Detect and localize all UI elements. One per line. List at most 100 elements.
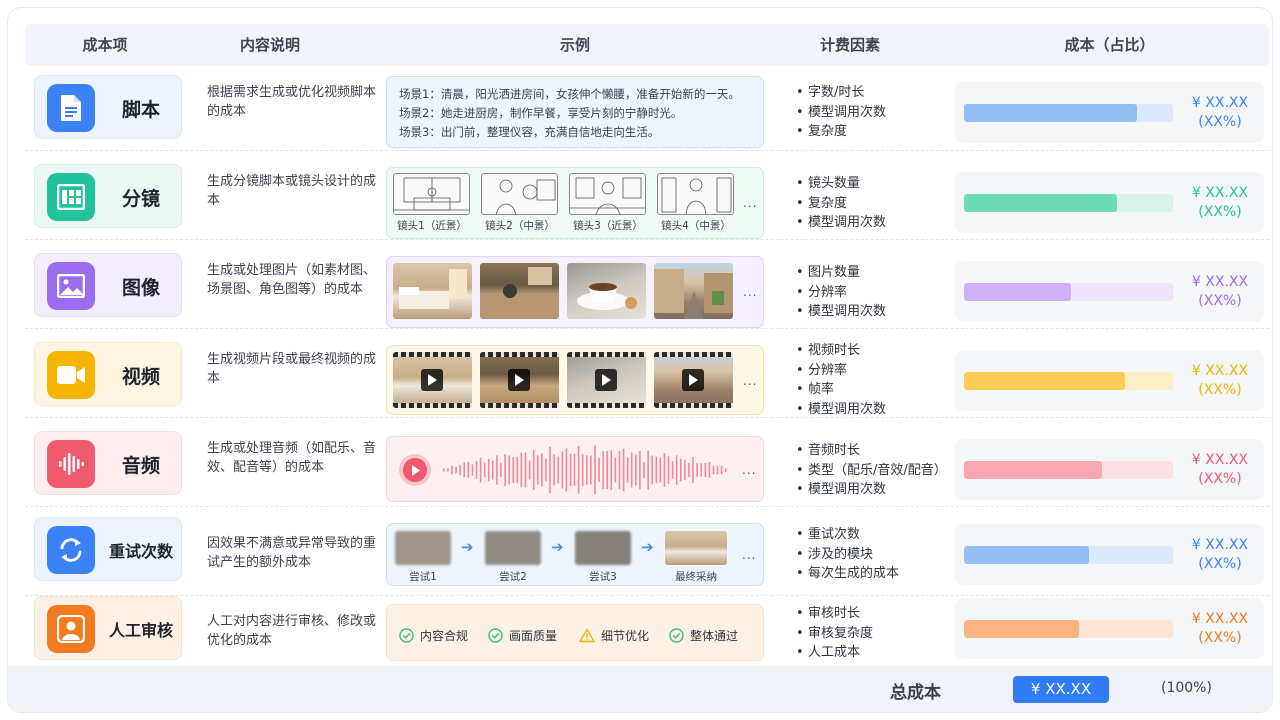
play-icon (403, 458, 427, 482)
waveform-bar (610, 450, 613, 490)
waveform-bar (639, 450, 641, 490)
cost-bar-fill (964, 546, 1090, 564)
waveform-bar (487, 458, 490, 482)
shot-label: 镜头4（中景） (661, 220, 731, 232)
arrow-right-icon: ➔ (641, 538, 654, 556)
sound-wave-icon (47, 440, 95, 488)
review-check-item: 细节优化 (579, 627, 649, 644)
waveform-bar (512, 457, 515, 483)
video-clip-thumbnail (480, 352, 559, 408)
cost-bar-track (964, 372, 1173, 390)
attempt-label: 最终采纳 (675, 571, 717, 583)
row-description: 因效果不满意或异常导致的重试产生的额外成本 (207, 536, 377, 570)
storyboard-example: 镜头1（近景） 镜头2（中景） 镜头3（近景） 镜头4（中景） ... (386, 167, 764, 239)
waveform-bar (561, 451, 564, 489)
factor-item: 类型（配乐/音效/配音） (795, 461, 965, 481)
factor-item: 字数/时长 (795, 83, 965, 103)
attempt-thumbnail (395, 531, 451, 565)
row-description: 生成视频片段或最终视频的成本 (207, 352, 377, 386)
waveform-bar (704, 462, 707, 478)
waveform-bar (496, 455, 498, 485)
cost-box: ¥ XX.XX (XX%) (955, 524, 1264, 585)
table-row-retry: 重试次数 因效果不满意或异常导致的重试产生的额外成本 ➔ ➔ ➔ 尝试1 尝试2… (25, 511, 1269, 600)
waveform-bar (663, 453, 666, 487)
review-check-label: 内容合规 (420, 629, 469, 643)
waveform-bar (524, 452, 527, 488)
header-description: 内容说明 (239, 36, 300, 54)
waveform-bar (602, 451, 604, 489)
cost-item-video: 视频 (34, 342, 182, 406)
check-icon (399, 628, 414, 643)
waveform-bar (680, 458, 682, 482)
waveform-bar (447, 468, 449, 472)
cost-bar-fill (964, 194, 1117, 212)
waveform-bar (537, 455, 539, 485)
waveform-bar (647, 450, 649, 490)
sketch-thumbnail (481, 173, 558, 215)
play-button[interactable] (399, 454, 431, 486)
header-cost: 成本（占比） (1064, 36, 1155, 54)
cost-box: ¥ XX.XX (XX%) (955, 261, 1264, 322)
cost-bar-track (964, 283, 1173, 301)
row-description: 生成或处理音频（如配乐、音效、配音等）的成本 (207, 441, 377, 475)
waveform-bar (675, 455, 678, 485)
factor-item: 帧率 (795, 380, 965, 400)
waveform-bar (688, 462, 690, 478)
cost-amount: ¥ XX.XX (1191, 452, 1249, 468)
check-icon (488, 628, 503, 643)
row-divider (25, 506, 1269, 507)
cost-item-image: 图像 (34, 253, 182, 317)
script-example: 场景1：清晨，阳光洒进房间，女孩伸个懒腰，准备开始新的一天。 场景2：她走进厨房… (386, 76, 764, 148)
waveform-bar (492, 460, 494, 480)
bedroom-thumbnail (393, 263, 472, 319)
table-row-image: 图像 生成或处理图片（如素材图、场景图、角色图等）的成本 ... • 图片数量 … (25, 247, 1269, 336)
row-description: 根据需求生成或优化视频脚本的成本 (207, 85, 377, 119)
waveform-bar (508, 455, 510, 485)
cost-item-review: 人工审核 (34, 596, 182, 660)
waveform-bar (565, 448, 568, 492)
cost-percent: (XX%) (1198, 556, 1242, 572)
play-icon[interactable] (595, 369, 617, 391)
play-icon[interactable] (682, 369, 704, 391)
total-cost-badge: ¥ XX.XX (1013, 676, 1109, 703)
waveform-bar (500, 463, 502, 477)
waveform-bar (606, 451, 608, 489)
factor-item: 图片数量 (795, 263, 965, 283)
cost-amount: ¥ XX.XX (1191, 95, 1249, 111)
waveform-bar (557, 456, 559, 484)
waveform-bar (459, 464, 461, 476)
cost-amount: ¥ XX.XX (1191, 363, 1249, 379)
arrow-right-icon: ➔ (551, 538, 564, 556)
attempt-thumbnail (575, 531, 631, 565)
attempt-label: 尝试3 (589, 571, 617, 583)
review-check-item: 内容合规 (399, 627, 468, 644)
play-icon[interactable] (421, 369, 443, 391)
cost-value: ¥ XX.XX (XX%) (1177, 184, 1263, 222)
sketch-thumbnail (657, 173, 734, 215)
waveform-bar (692, 457, 694, 483)
table-row-storyboard: 分镜 生成分镜脚本或镜头设计的成本 镜头1（近景） 镜头2（中景） 镜头3（近景… (25, 158, 1269, 247)
cost-bar-track (964, 194, 1173, 212)
waveform-bar (643, 462, 645, 479)
review-check-label: 整体通过 (690, 629, 739, 643)
waveform-bar (479, 457, 482, 483)
factor-item: 审核时长 (795, 604, 965, 624)
cost-item-name: 人工审核 (108, 621, 173, 640)
cost-item-name: 分镜 (121, 187, 160, 210)
attempt-label: 尝试1 (409, 571, 437, 583)
waveform-bar (630, 452, 633, 488)
more-indicator: ... (743, 285, 758, 299)
cost-item-name: 脚本 (121, 98, 160, 121)
play-icon[interactable] (508, 369, 530, 391)
row-divider (25, 328, 1269, 329)
waveform-bar (720, 465, 723, 475)
video-camera-icon (47, 351, 95, 399)
waveform-bar (655, 456, 658, 484)
cost-item-name: 图像 (121, 276, 160, 299)
waveform-bar (626, 457, 629, 483)
cost-percent: (XX%) (1198, 204, 1242, 220)
cost-value: ¥ XX.XX (XX%) (1177, 273, 1263, 311)
cost-amount: ¥ XX.XX (1191, 537, 1249, 553)
waveform-bar (532, 450, 535, 490)
scene-line: 场景3：出门前，整理仪容，充满自信地走向生活。 (399, 125, 660, 139)
